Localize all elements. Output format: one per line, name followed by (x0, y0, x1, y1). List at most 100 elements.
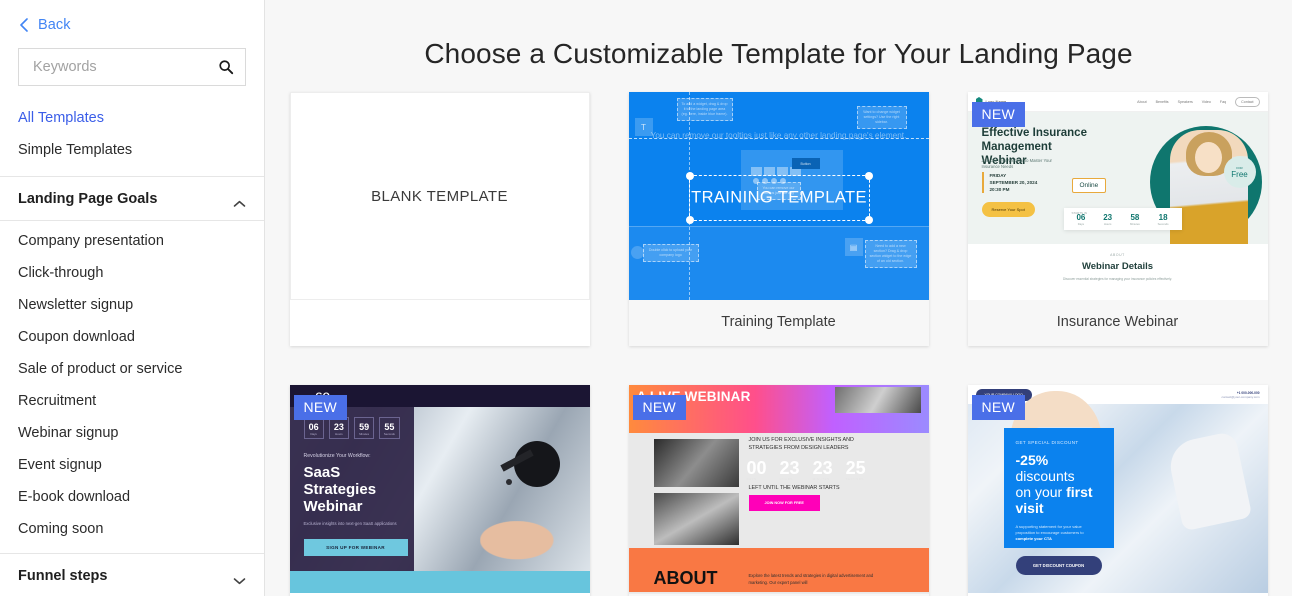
hero-photo (834, 387, 921, 413)
contact-email: contact@your-company.com (1221, 394, 1260, 399)
countdown-value: 23 (779, 458, 800, 478)
editor-tooltip-add-widget: To add a widget, drag & drop it to the l… (676, 98, 733, 121)
selected-text-content: TRAINING TEMPLATE (691, 188, 867, 207)
online-badge: Online (1071, 178, 1107, 193)
countdown-unit: 59 Minutes (354, 417, 375, 439)
section-widget-icon: ▤ (844, 238, 863, 256)
search-box[interactable] (18, 48, 246, 86)
template-thumbnail[interactable]: NEW Logo Name About Benefits Speakers Vi… (967, 92, 1268, 300)
countdown-unit-label: Days (310, 432, 317, 436)
nav-item: Benefits (1155, 99, 1169, 104)
sidebar-item-coupon-download[interactable]: Coupon download (0, 321, 264, 353)
sidebar-item-coming-soon[interactable]: Coming soon (0, 513, 264, 545)
countdown-unit-label: Days (1077, 222, 1085, 226)
contact-info: +1 000-000-000 contact@your-company.com (1221, 391, 1259, 399)
template-card-saas-webinar[interactable]: NEW GO 06 Days (289, 385, 590, 596)
template-thumbnail[interactable]: NEW A LIVE WEBINAR JOIN US FOR EXCLUSIVE… (628, 385, 929, 593)
offer-kicker: GET SPECIAL DISCOUNT (1015, 440, 1079, 445)
template-thumbnail[interactable]: NEW GO 06 Days (289, 385, 590, 593)
sidebar-item-label: Webinar signup (18, 425, 119, 441)
countdown-unit: 25 SECONDS (846, 459, 866, 481)
editor-headline-text: You can remove our tooltips just like an… (650, 131, 907, 140)
main-content: Choose a Customizable Template for Your … (265, 0, 1292, 596)
group-header-funnel-steps[interactable]: Funnel steps (0, 554, 264, 596)
template-card-label: Insurance Webinar (967, 300, 1268, 346)
sidebar-item-label: Recruitment (18, 393, 97, 409)
sidebar-item-newsletter-signup[interactable]: Newsletter signup (0, 289, 264, 321)
countdown-value: 00 (746, 458, 767, 478)
countdown-label: STARTS IN (1071, 211, 1087, 215)
hands-image (479, 521, 572, 569)
template-card-discount[interactable]: NEW YOUR COMPANY LOGO +1 000-000-000 con… (967, 385, 1268, 596)
countdown-unit-label: Seconds (383, 432, 395, 436)
countdown-value: 25 (845, 458, 866, 478)
template-thumbnail[interactable]: To add a widget, drag & drop it to the l… (628, 92, 929, 300)
template-card-design-live-webinar[interactable]: NEW A LIVE WEBINAR JOIN US FOR EXCLUSIVE… (628, 385, 929, 596)
group-title: Landing Page Goals (18, 191, 158, 207)
about-text: Discover essential strategies for managi… (1062, 277, 1173, 281)
countdown-caption: LEFT UNTIL THE WEBINAR STARTS (748, 485, 840, 491)
template-thumbnail[interactable]: NEW YOUR COMPANY LOGO +1 000-000-000 con… (967, 385, 1268, 593)
sidebar-item-label: E-book download (18, 489, 131, 505)
countdown-timer: 00 DAYS 23 HOURS 23 MINUTES 25 SECONDS (747, 459, 866, 481)
sidebar-item-label: Coming soon (18, 521, 104, 537)
hero-subtitle: Exclusive insights into next-gen SaaS ap… (303, 521, 397, 526)
body-photo-2 (653, 493, 739, 545)
chevron-left-icon (18, 18, 30, 32)
sidebar-item-webinar-signup[interactable]: Webinar signup (0, 417, 264, 449)
hero-date: FRIDAY SEPTEMBER 20, 2024 20:30 PM (981, 172, 1037, 193)
sidebar-item-click-through[interactable]: Click-through (0, 257, 264, 289)
template-thumbnail[interactable]: BLANK TEMPLATE (289, 92, 590, 300)
offer-headline-part: discounts (1015, 468, 1075, 484)
offer-headline: -25% discounts on your first visit (1016, 452, 1102, 516)
countdown-unit-label: Hours (335, 432, 343, 436)
countdown-unit: 00 DAYS (747, 459, 767, 481)
countdown-unit-label: Hours (1103, 222, 1112, 226)
countdown-unit: 23 Hours (328, 417, 349, 439)
sidebar-item-label: Click-through (18, 265, 104, 281)
sidebar-item-all-templates[interactable]: All Templates (0, 102, 264, 134)
resize-handle-top-left[interactable] (685, 172, 694, 180)
new-badge: NEW (293, 395, 348, 420)
preview-hero: Effective Insurance Management Webinar J… (967, 112, 1268, 244)
countdown-unit: 06 Days (303, 417, 324, 439)
sidebar-item-recruitment[interactable]: Recruitment (0, 385, 264, 417)
countdown-unit: 23 Hours (1103, 213, 1112, 226)
template-card-insurance-webinar[interactable]: NEW Logo Name About Benefits Speakers Vi… (967, 92, 1268, 346)
resize-handle-bottom-left[interactable] (685, 216, 694, 224)
search-input[interactable] (19, 49, 245, 85)
page-title: Choose a Customizable Template for Your … (424, 38, 1133, 69)
sidebar-item-company-presentation[interactable]: Company presentation (0, 225, 264, 257)
new-badge: NEW (971, 102, 1026, 127)
group-header-landing-page-goals[interactable]: Landing Page Goals (0, 177, 264, 220)
resize-handle-top-right[interactable] (864, 172, 873, 180)
countdown-timer: 06 Days 23 Hours 59 Minutes 55 Seconds (303, 417, 400, 439)
countdown-value: 58 (1130, 213, 1140, 222)
sidebar-item-simple-templates[interactable]: Simple Templates (0, 134, 264, 166)
countdown-value: 23 (1103, 213, 1113, 222)
sidebar-item-event-signup[interactable]: Event signup (0, 449, 264, 481)
template-card-label: Training Template (628, 300, 929, 346)
back-button[interactable]: Back (0, 0, 264, 38)
blank-template-text: BLANK TEMPLATE (371, 187, 508, 205)
offer-paragraph-text: A supporting statement for your value pr… (1015, 524, 1084, 535)
sidebar-item-e-book-download[interactable]: E-book download (0, 481, 264, 513)
chevron-down-icon[interactable] (233, 572, 246, 585)
countdown-unit: 55 Seconds (379, 417, 400, 439)
body-photo-1 (653, 439, 739, 487)
countdown-value: 55 (384, 422, 395, 432)
for-free-label: Free (1231, 169, 1248, 179)
sidebar-item-sale-of-product-or-service[interactable]: Sale of product or service (0, 353, 264, 385)
chevron-up-icon[interactable] (233, 195, 246, 207)
group-title: Funnel steps (18, 568, 108, 584)
template-card-training[interactable]: To add a widget, drag & drop it to the l… (628, 92, 929, 346)
selection-box[interactable]: TRAINING TEMPLATE (685, 172, 873, 224)
preview-about-section: ABOUT Webinar Details Discover essential… (967, 244, 1268, 281)
sidebar: Back All Templates Simple Templates (0, 0, 265, 596)
editor-tooltip-widget-settings: Want to change widget settings? Use the … (856, 106, 907, 129)
template-grid: BLANK TEMPLATE To add a widget, drag & d… (265, 92, 1292, 596)
resize-handle-bottom-right[interactable] (864, 216, 873, 224)
search-icon[interactable] (217, 58, 235, 76)
template-card-blank[interactable]: BLANK TEMPLATE (289, 92, 590, 346)
preview-body: JOIN US FOR EXCLUSIVE INSIGHTS AND STRAT… (628, 433, 929, 593)
